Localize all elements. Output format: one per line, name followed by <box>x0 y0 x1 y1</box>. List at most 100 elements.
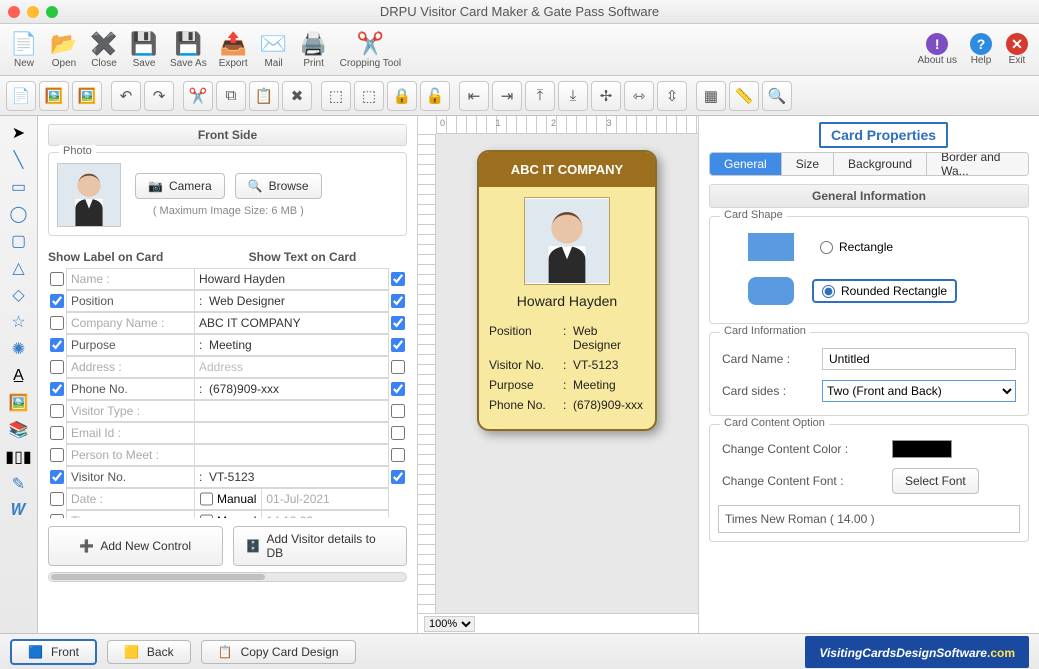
tab-background[interactable]: Background <box>834 153 927 175</box>
show-text-checkbox[interactable] <box>389 470 407 484</box>
add-db-button[interactable]: 🗄️Add Visitor details to DB <box>233 526 408 566</box>
content-color-swatch[interactable] <box>892 440 952 458</box>
maximize-window-icon[interactable] <box>46 6 58 18</box>
show-text-checkbox[interactable] <box>389 360 407 374</box>
front-tab-button[interactable]: 🟦Front <box>10 639 97 665</box>
diamond-tool-icon[interactable]: ◇ <box>6 284 32 306</box>
select-font-button[interactable]: Select Font <box>892 468 979 494</box>
tab-general[interactable]: General <box>710 153 782 175</box>
image-tool-icon[interactable]: 🖼️ <box>6 392 32 414</box>
help-button[interactable]: ?Help <box>963 31 999 68</box>
show-label-checkbox[interactable] <box>48 492 66 506</box>
show-label-checkbox[interactable] <box>48 316 66 330</box>
field-value[interactable] <box>194 466 389 488</box>
signature-tool-icon[interactable]: ✎ <box>6 473 32 495</box>
field-value[interactable] <box>194 400 389 422</box>
design-canvas[interactable]: ABC IT COMPANY Howard Hayden Position:We… <box>436 134 698 613</box>
triangle-tool-icon[interactable]: △ <box>6 257 32 279</box>
back-tab-button[interactable]: 🟨Back <box>107 640 191 664</box>
crop-button[interactable]: ✂️Cropping Tool <box>334 28 408 71</box>
show-text-checkbox[interactable] <box>389 426 407 440</box>
browse-button[interactable]: 🔍Browse <box>235 173 322 199</box>
close-button[interactable]: ✖️Close <box>84 28 124 71</box>
show-label-checkbox[interactable] <box>48 294 66 308</box>
align-right-icon[interactable]: ⇥ <box>492 81 522 111</box>
library-tool-icon[interactable]: 📚 <box>6 419 32 441</box>
horizontal-scrollbar[interactable] <box>48 572 407 582</box>
field-value[interactable] <box>194 422 389 444</box>
close-window-icon[interactable] <box>8 6 20 18</box>
open-button[interactable]: 📂Open <box>44 28 84 71</box>
bring-front-icon[interactable]: ⬚ <box>321 81 351 111</box>
cut-icon[interactable]: ✂️ <box>183 81 213 111</box>
ruler-icon[interactable]: 📏 <box>729 81 759 111</box>
print-button[interactable]: 🖨️Print <box>294 28 334 71</box>
align-left-icon[interactable]: ⇤ <box>459 81 489 111</box>
rectangle-radio[interactable]: Rectangle <box>812 237 901 257</box>
card-sides-select[interactable]: Two (Front and Back) <box>822 380 1016 402</box>
text-tool-icon[interactable]: A̲ <box>6 365 32 387</box>
minimize-window-icon[interactable] <box>27 6 39 18</box>
tab-size[interactable]: Size <box>782 153 834 175</box>
rectangle-tool-icon[interactable]: ▭ <box>6 176 32 198</box>
card-preview[interactable]: ABC IT COMPANY Howard Hayden Position:We… <box>477 150 657 431</box>
delete-icon[interactable]: ✖ <box>282 81 312 111</box>
manual-checkbox[interactable]: Manual <box>195 489 262 509</box>
ellipse-tool-icon[interactable]: ◯ <box>6 203 32 225</box>
show-text-checkbox[interactable] <box>389 272 407 286</box>
field-value[interactable] <box>194 268 389 290</box>
zoom-select[interactable]: 100% <box>424 616 475 632</box>
show-label-checkbox[interactable] <box>48 382 66 396</box>
card-name-input[interactable] <box>822 348 1016 370</box>
align-v-icon[interactable]: ⇳ <box>657 81 687 111</box>
photo-thumbnail[interactable] <box>57 163 121 227</box>
align-h-icon[interactable]: ⇿ <box>624 81 654 111</box>
show-label-checkbox[interactable] <box>48 272 66 286</box>
save-button[interactable]: 💾Save <box>124 28 164 71</box>
saveas-button[interactable]: 💾Save As <box>164 28 213 71</box>
camera-button[interactable]: 📷Camera <box>135 173 225 199</box>
pointer-tool-icon[interactable]: ➤ <box>6 122 32 144</box>
preview-icon[interactable]: 🔍 <box>762 81 792 111</box>
send-back-icon[interactable]: ⬚ <box>354 81 384 111</box>
copy-icon[interactable]: ⧉ <box>216 81 246 111</box>
new-page-icon[interactable]: 📄 <box>6 81 36 111</box>
show-label-checkbox[interactable] <box>48 426 66 440</box>
export-button[interactable]: 📤Export <box>213 28 254 71</box>
redo-icon[interactable]: ↷ <box>144 81 174 111</box>
show-label-checkbox[interactable] <box>48 404 66 418</box>
align-center-icon[interactable]: ✢ <box>591 81 621 111</box>
lock-icon[interactable]: 🔒 <box>387 81 417 111</box>
field-value[interactable] <box>194 356 389 378</box>
show-text-checkbox[interactable] <box>389 448 407 462</box>
paste-icon[interactable]: 📋 <box>249 81 279 111</box>
show-label-checkbox[interactable] <box>48 514 66 518</box>
show-text-checkbox[interactable] <box>389 338 407 352</box>
show-text-checkbox[interactable] <box>389 294 407 308</box>
manual-checkbox[interactable]: Manual <box>195 511 262 518</box>
show-label-checkbox[interactable] <box>48 448 66 462</box>
image-icon[interactable]: 🖼️ <box>39 81 69 111</box>
new-button[interactable]: 📄New <box>4 28 44 71</box>
rounded-rectangle-radio[interactable]: Rounded Rectangle <box>812 279 957 303</box>
image-export-icon[interactable]: 🖼️ <box>72 81 102 111</box>
about-button[interactable]: !About us <box>912 31 963 68</box>
field-value[interactable] <box>194 312 389 334</box>
show-label-checkbox[interactable] <box>48 360 66 374</box>
copy-design-button[interactable]: 📋Copy Card Design <box>201 640 356 664</box>
show-text-checkbox[interactable] <box>389 382 407 396</box>
burst-tool-icon[interactable]: ✺ <box>6 338 32 360</box>
line-tool-icon[interactable]: ╲ <box>6 149 32 171</box>
show-label-checkbox[interactable] <box>48 338 66 352</box>
star-tool-icon[interactable]: ☆ <box>6 311 32 333</box>
field-value[interactable] <box>194 444 389 466</box>
exit-button[interactable]: ✕Exit <box>999 31 1035 68</box>
add-control-button[interactable]: ➕Add New Control <box>48 526 223 566</box>
rounded-rect-tool-icon[interactable]: ▢ <box>6 230 32 252</box>
align-top-icon[interactable]: ⤒ <box>525 81 555 111</box>
field-value[interactable] <box>194 378 389 400</box>
show-text-checkbox[interactable] <box>389 404 407 418</box>
rounded-shape-icon[interactable] <box>748 277 794 305</box>
field-value[interactable] <box>194 290 389 312</box>
align-bottom-icon[interactable]: ⤓ <box>558 81 588 111</box>
